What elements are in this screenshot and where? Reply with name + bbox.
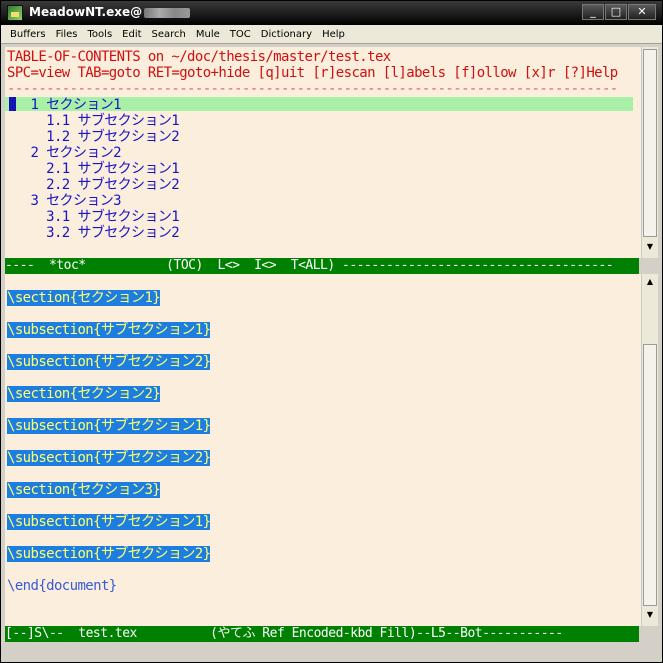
doc-scroll-up-arrow-icon[interactable]: ▲ [643, 275, 657, 289]
toc-scroll-down-arrow-icon[interactable]: ▼ [643, 240, 657, 254]
document-buffer[interactable]: \section{セクション1} \subsection{サブセクション1} \… [5, 274, 641, 626]
toc-item[interactable]: 1 セクション1 [7, 97, 121, 113]
menu-buffers[interactable]: Buffers [5, 29, 51, 40]
toc-item[interactable]: 3 セクション3 [7, 193, 121, 209]
blurred-hostname [144, 7, 191, 18]
menu-search[interactable]: Search [147, 29, 191, 40]
document-line: \subsection{サブセクション1} [7, 322, 211, 338]
document-line: \section{セクション1} [7, 290, 161, 306]
document-line: \subsection{サブセクション2} [7, 546, 211, 562]
document-line: \section{セクション2} [7, 386, 161, 402]
document-line: \subsection{サブセクション1} [7, 514, 211, 530]
document-line: \subsection{サブセクション2} [7, 354, 211, 370]
window-title: MeadowNT.exe@ [29, 5, 191, 19]
menu-toc[interactable]: TOC [225, 29, 256, 40]
window-controls: _ □ ✕ [582, 4, 656, 20]
doc-scroll-thumb[interactable] [643, 344, 657, 606]
doc-scroll-down-arrow-icon[interactable]: ▼ [643, 608, 657, 622]
document-line: \section{セクション3} [7, 482, 161, 498]
toc-item[interactable]: 3.1 サブセクション1 [7, 209, 180, 225]
toc-item[interactable]: 1.1 サブセクション1 [7, 113, 180, 129]
menu-files[interactable]: Files [51, 29, 83, 40]
toc-item[interactable]: 2.1 サブセクション1 [7, 161, 180, 177]
menu-tools[interactable]: Tools [83, 29, 118, 40]
text-cursor [9, 97, 16, 111]
document-scrollbar[interactable]: ▲ ▼ [641, 274, 658, 626]
toc-mode-line: ---- *toc* (TOC) L<> I<> T<ALL) --------… [5, 258, 639, 274]
document-end-line: \end{document} [7, 578, 117, 594]
toc-item[interactable]: 3.2 サブセクション2 [7, 225, 180, 241]
title-bar[interactable]: MeadowNT.exe@ _ □ ✕ [1, 1, 662, 25]
menu-mule[interactable]: Mule [191, 29, 225, 40]
toc-buffer[interactable]: TABLE-OF-CONTENTS on ~/doc/thesis/master… [5, 47, 641, 258]
menu-edit[interactable]: Edit [117, 29, 146, 40]
document-line: \subsection{サブセクション1} [7, 418, 211, 434]
toc-item[interactable]: 2 セクション2 [7, 145, 121, 161]
meadow-app-icon[interactable] [7, 5, 23, 21]
minimize-button[interactable]: _ [582, 4, 604, 20]
toc-item[interactable]: 2.2 サブセクション2 [7, 177, 180, 193]
toc-item[interactable]: 1.2 サブセクション2 [7, 129, 180, 145]
toc-scrollbar[interactable]: ▼ [641, 47, 658, 258]
toc-scroll-thumb[interactable] [643, 49, 657, 237]
maximize-button[interactable]: □ [605, 4, 627, 20]
menu-bar: Buffers Files Tools Edit Search Mule TOC… [1, 25, 662, 44]
document-mode-line: [--]S\-- test.tex (やてふ Ref Encoded-kbd F… [5, 626, 639, 642]
toc-header-keys: SPC=view TAB=goto RET=goto+hide [q]uit [… [7, 65, 618, 81]
toc-header-title: TABLE-OF-CONTENTS on ~/doc/thesis/master… [7, 49, 391, 65]
close-button[interactable]: ✕ [628, 4, 656, 20]
emacs-window: MeadowNT.exe@ _ □ ✕ Buffers Files Tools … [0, 0, 663, 663]
menu-help[interactable]: Help [317, 29, 350, 40]
menu-dictionary[interactable]: Dictionary [256, 29, 317, 40]
toc-separator: ----------------------------------------… [7, 81, 618, 97]
document-line: \subsection{サブセクション2} [7, 450, 211, 466]
